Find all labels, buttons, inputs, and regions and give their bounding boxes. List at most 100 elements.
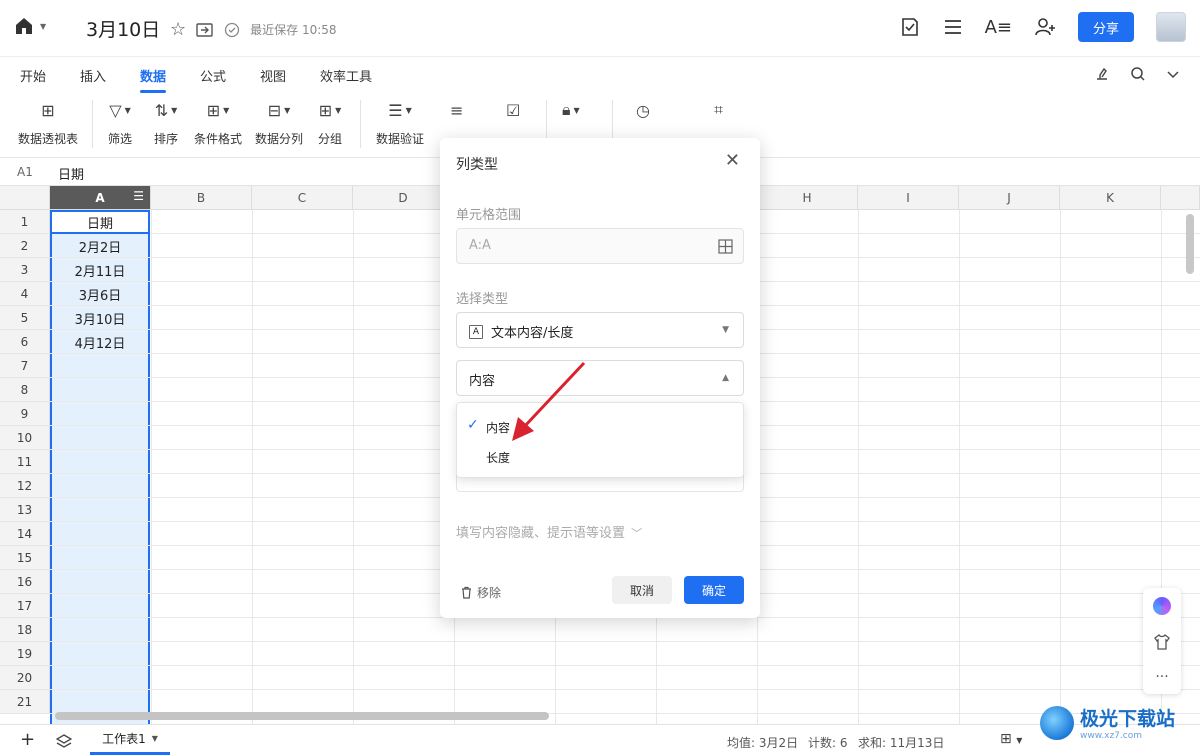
row-header-10[interactable]: 10 xyxy=(0,426,50,450)
record-tool[interactable]: ⌗ xyxy=(714,100,723,120)
more-icon[interactable]: ··· xyxy=(1155,669,1168,685)
column-header-d[interactable]: D xyxy=(353,186,454,210)
cell-a4[interactable]: 3月6日 xyxy=(50,282,150,306)
cell-a5[interactable]: 3月10日 xyxy=(50,306,150,330)
row-header-4[interactable]: 4 xyxy=(0,282,50,306)
select-all-corner[interactable] xyxy=(0,186,50,210)
avatar[interactable] xyxy=(1156,12,1186,42)
clear-tool[interactable]: ≡ xyxy=(450,100,463,120)
add-sheet-icon[interactable]: + xyxy=(20,729,35,750)
add-user-icon[interactable] xyxy=(1034,17,1056,37)
menu-data[interactable]: 数据 xyxy=(140,66,166,85)
row-header-13[interactable]: 13 xyxy=(0,498,50,522)
horizontal-scrollbar[interactable] xyxy=(55,712,549,720)
brush-icon[interactable] xyxy=(1094,66,1110,82)
remove-button[interactable]: 移除 xyxy=(460,584,501,601)
star-icon[interactable]: ☆ xyxy=(170,19,186,40)
cell-a2[interactable]: 2月2日 xyxy=(50,234,150,258)
lock-tool[interactable]: 🔒︎ ▼ xyxy=(562,100,580,120)
home-menu[interactable]: ▼ xyxy=(14,16,46,36)
cell-reference[interactable]: A1 xyxy=(17,165,33,179)
column-type-dialog: 列类型 ✕ 单元格范围 A:A 选择类型 A 文本内容/长度 ▼ 内容 ▲ 填写… xyxy=(440,138,760,618)
row-header-18[interactable]: 18 xyxy=(0,618,50,642)
skin-icon[interactable] xyxy=(1153,633,1171,651)
column-header-j[interactable]: J xyxy=(959,186,1060,210)
filter-label: 筛选 xyxy=(108,132,133,146)
more-settings-toggle[interactable]: 填写内容隐藏、提示语等设置 ﹀ xyxy=(456,522,642,541)
menu-view[interactable]: 视图 xyxy=(260,66,286,85)
dialog-title: 列类型 xyxy=(456,157,498,173)
row-header-8[interactable]: 8 xyxy=(0,378,50,402)
data-validation-tool[interactable]: ☰ ▼ 数据验证 xyxy=(376,100,424,147)
option-length[interactable]: 长度 xyxy=(486,449,510,466)
filter-tool[interactable]: ▽ ▼ 筛选 xyxy=(108,100,132,147)
column-header-k[interactable]: K xyxy=(1060,186,1161,210)
column-header-i[interactable]: I xyxy=(858,186,959,210)
row-header-9[interactable]: 9 xyxy=(0,402,50,426)
pivot-table-tool[interactable]: ⊞ 数据透视表 xyxy=(18,100,78,147)
type-select[interactable]: A 文本内容/长度 ▼ xyxy=(456,312,744,348)
row-header-2[interactable]: 2 xyxy=(0,234,50,258)
vertical-scrollbar[interactable] xyxy=(1186,214,1194,274)
sheet-tab-label: 工作表1 xyxy=(102,732,146,746)
confirm-button[interactable]: 确定 xyxy=(684,576,744,604)
sheet-tab[interactable]: 工作表1 ▼ xyxy=(90,725,170,755)
add-note-icon[interactable] xyxy=(899,16,921,38)
text-format-icon[interactable]: A≡ xyxy=(985,17,1012,38)
row-header-5[interactable]: 5 xyxy=(0,306,50,330)
column-menu-icon[interactable]: ☰ xyxy=(133,189,144,203)
move-icon[interactable] xyxy=(196,22,214,38)
record-icon: ⌗ xyxy=(714,100,724,119)
ai-assistant-icon[interactable] xyxy=(1153,597,1171,615)
menu-right-icons xyxy=(1094,66,1180,82)
column-header-c[interactable]: C xyxy=(252,186,353,210)
column-header-h[interactable]: H xyxy=(757,186,858,210)
row-header-15[interactable]: 15 xyxy=(0,546,50,570)
sort-tool[interactable]: ⇅ ▼ 排序 xyxy=(154,100,178,147)
history-tool[interactable]: ◷ xyxy=(636,100,650,120)
row-header-14[interactable]: 14 xyxy=(0,522,50,546)
menu-start[interactable]: 开始 xyxy=(20,66,46,85)
doc-title[interactable]: 3月10日 xyxy=(86,15,160,42)
menu-formula[interactable]: 公式 xyxy=(200,66,226,85)
row-header-17[interactable]: 17 xyxy=(0,594,50,618)
check-tool[interactable]: ☑ xyxy=(506,100,520,120)
cell-a6[interactable]: 4月12日 xyxy=(50,330,150,354)
group-tool[interactable]: ⊞ ▼ 分组 xyxy=(318,100,342,147)
status-average: 均值: 3月2日 xyxy=(727,736,799,750)
pivot-table-label: 数据透视表 xyxy=(18,132,79,146)
menu-efficiency[interactable]: 效率工具 xyxy=(320,66,372,85)
row-header-21[interactable]: 21 xyxy=(0,690,50,714)
grid-row-line xyxy=(50,641,1200,642)
formula-input[interactable]: 日期 xyxy=(58,164,84,183)
cell-a1[interactable]: 日期 xyxy=(50,210,150,234)
conditional-format-tool[interactable]: ⊞ ▼ 条件格式 xyxy=(194,100,242,147)
select-range-icon[interactable] xyxy=(718,239,733,254)
grid-view-icon[interactable]: ⊞ ▼ xyxy=(1000,731,1022,747)
row-header-1[interactable]: 1 xyxy=(0,210,50,234)
menu-icon[interactable] xyxy=(943,18,963,36)
row-header-11[interactable]: 11 xyxy=(0,450,50,474)
search-icon[interactable] xyxy=(1130,66,1146,82)
row-header-12[interactable]: 12 xyxy=(0,474,50,498)
saved-check-icon xyxy=(224,22,240,37)
cell-a3[interactable]: 2月11日 xyxy=(50,258,150,282)
close-icon[interactable]: ✕ xyxy=(725,152,740,170)
column-header-overflow xyxy=(1161,186,1200,210)
row-header-19[interactable]: 19 xyxy=(0,642,50,666)
column-header-a[interactable]: A ☰ xyxy=(50,186,151,210)
layers-icon[interactable] xyxy=(56,733,72,749)
row-header-6[interactable]: 6 xyxy=(0,330,50,354)
range-input[interactable]: A:A xyxy=(456,228,744,264)
row-header-7[interactable]: 7 xyxy=(0,354,50,378)
menu-insert[interactable]: 插入 xyxy=(80,66,106,85)
chevron-down-icon: ▼ xyxy=(151,734,158,743)
text-to-columns-tool[interactable]: ⊟ ▼ 数据分列 xyxy=(255,100,303,147)
row-header-20[interactable]: 20 xyxy=(0,666,50,690)
collapse-chevron-icon[interactable] xyxy=(1166,67,1180,81)
cancel-button[interactable]: 取消 xyxy=(612,576,672,604)
row-header-16[interactable]: 16 xyxy=(0,570,50,594)
row-header-3[interactable]: 3 xyxy=(0,258,50,282)
share-button[interactable]: 分享 xyxy=(1078,12,1134,42)
column-header-b[interactable]: B xyxy=(151,186,252,210)
